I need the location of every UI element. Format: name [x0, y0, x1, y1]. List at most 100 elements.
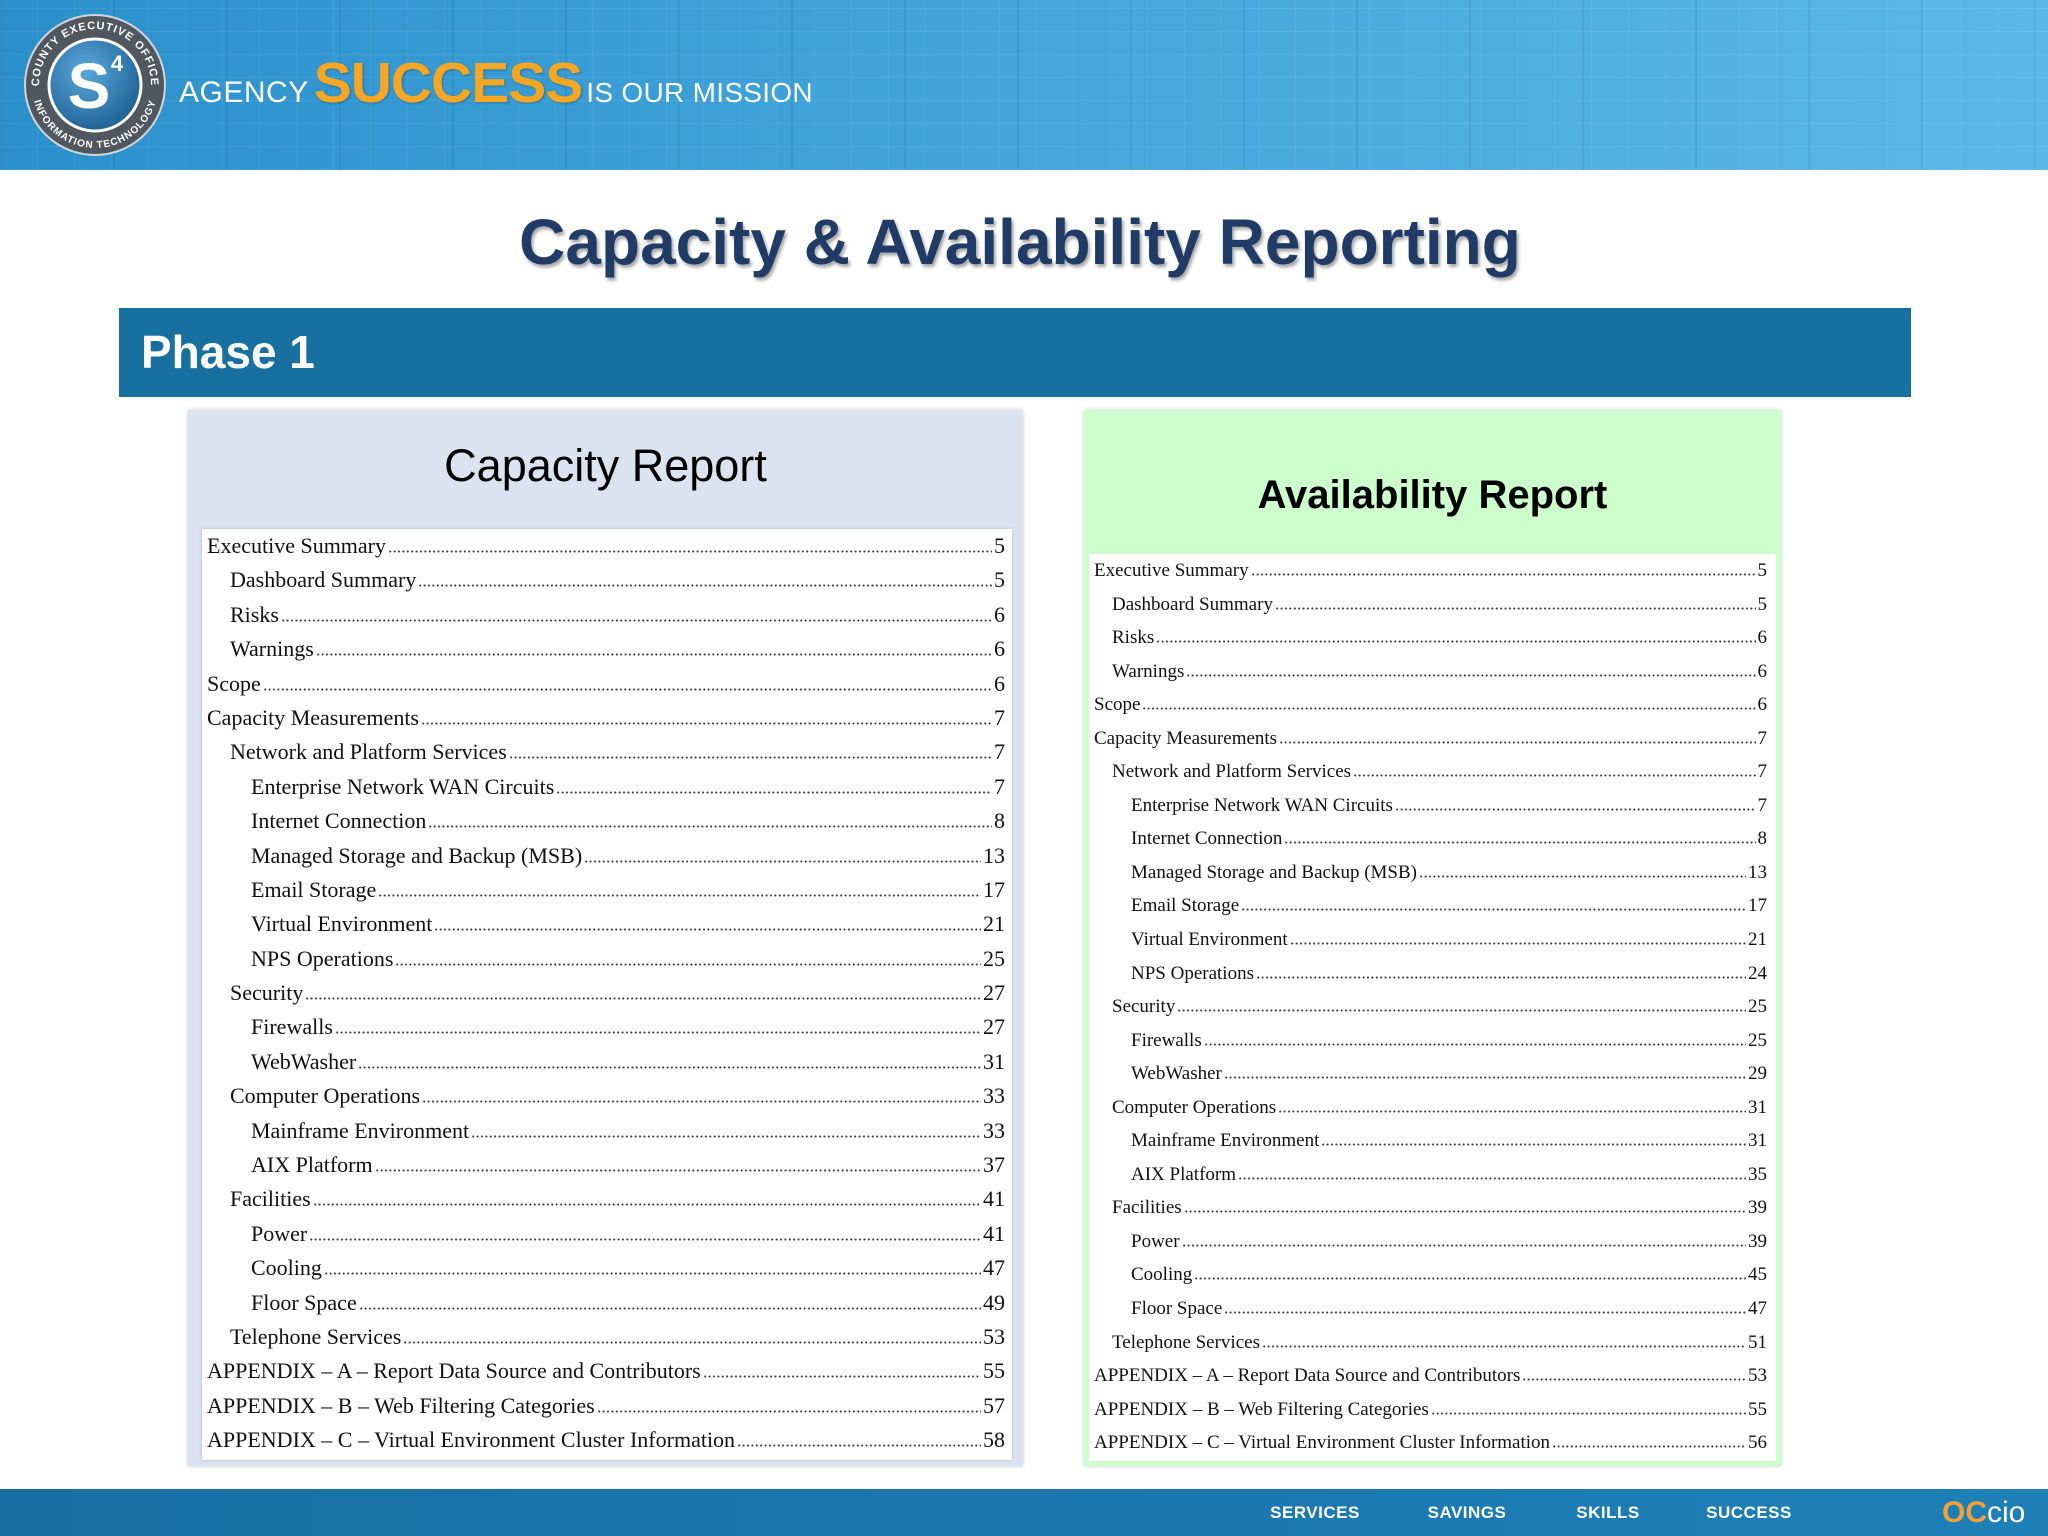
toc-entry: Mainframe Environment 33 — [207, 1114, 1005, 1148]
toc-entry-page: 57 — [983, 1392, 1005, 1418]
toc-dot-leader — [1181, 1243, 1746, 1247]
toc-entry-page: 45 — [1748, 1264, 1767, 1286]
toc-entry-page: 6 — [994, 670, 1005, 696]
toc-entry-label: Firewalls — [251, 1014, 333, 1040]
toc-entry-label: Email Storage — [1131, 895, 1240, 917]
toc-entry-page: 13 — [983, 842, 1005, 868]
toc-entry-label: APPENDIX – A – Report Data Source and Co… — [1094, 1365, 1521, 1387]
toc-entry: Network and Platform Services 7 — [1094, 755, 1767, 789]
toc-entry: Managed Storage and Backup (MSB) 13 — [207, 839, 1005, 873]
toc-entry: Scope 6 — [207, 667, 1005, 701]
toc-entry: Enterprise Network WAN Circuits 7 — [207, 770, 1005, 804]
toc-dot-leader — [312, 1203, 981, 1207]
toc-entry: Dashboard Summary 5 — [207, 563, 1005, 597]
footer-item-skills: SKILLS — [1576, 1503, 1640, 1522]
toc-entry-page: 39 — [1748, 1197, 1767, 1219]
toc-entry-page: 8 — [1757, 828, 1768, 850]
toc-dot-leader — [388, 550, 992, 553]
toc-entry: Floor Space 49 — [207, 1286, 1005, 1320]
toc-dot-leader — [315, 653, 992, 657]
toc-dot-leader — [596, 1409, 981, 1413]
toc-entry-label: Internet Connection — [1131, 828, 1283, 850]
footer-item-success: SUCCESS — [1706, 1503, 1792, 1522]
toc-entry-label: Enterprise Network WAN Circuits — [1131, 794, 1393, 816]
toc-entry-page: 21 — [983, 911, 1005, 937]
toc-dot-leader — [1156, 640, 1756, 644]
toc-dot-leader — [737, 1444, 981, 1448]
toc-dot-leader — [1250, 573, 1756, 576]
toc-entry-label: Network and Platform Services — [1112, 761, 1352, 783]
toc-entry: APPENDIX – B – Web Filtering Categories 5… — [207, 1389, 1005, 1423]
toc-dot-leader — [1522, 1378, 1746, 1382]
toc-entry-label: Mainframe Environment — [251, 1117, 470, 1143]
toc-entry: APPENDIX – C – Virtual Environment Clust… — [207, 1423, 1005, 1457]
toc-entry-page: 55 — [983, 1358, 1005, 1384]
toc-entry: Mainframe Environment 31 — [1094, 1124, 1767, 1158]
toc-dot-leader — [1142, 707, 1756, 711]
toc-entry-label: APPENDIX – B – Web Filtering Categories — [1094, 1398, 1429, 1420]
toc-entry-label: WebWasher — [251, 1048, 357, 1074]
toc-entry: Executive Summary 5 — [207, 529, 1005, 563]
toc-entry: APPENDIX – A – Report Data Source and Co… — [207, 1354, 1005, 1388]
s4-logo: COUNTY EXECUTIVE OFFICE INFORMATION TECH… — [24, 14, 166, 156]
toc-entry-page: 41 — [983, 1186, 1005, 1212]
toc-entry-label: Telephone Services — [1112, 1331, 1260, 1353]
toc-entry-page: 58 — [983, 1427, 1005, 1453]
availability-report-panel: Availability Report Executive Summary 5 Da… — [1084, 410, 1781, 1466]
toc-entry-page: 31 — [1748, 1096, 1767, 1118]
toc-entry: Power 39 — [1094, 1225, 1767, 1259]
toc-entry-label: AIX Platform — [1131, 1163, 1237, 1185]
toc-entry-label: Risks — [1112, 627, 1155, 649]
toc-entry: Facilities 39 — [1094, 1191, 1767, 1225]
toc-entry: Cooling 45 — [1094, 1258, 1767, 1292]
ocio-logo: OCcio — [1942, 1489, 2025, 1536]
toc-entry: APPENDIX – B – Web Filtering Categories 5… — [1094, 1393, 1767, 1427]
toc-dot-leader — [1279, 740, 1756, 744]
footer-item-savings: SAVINGS — [1427, 1503, 1507, 1522]
toc-entry: Managed Storage and Backup (MSB) 13 — [1094, 856, 1767, 890]
toc-entry: AIX Platform 37 — [207, 1148, 1005, 1182]
toc-entry-label: AIX Platform — [251, 1152, 373, 1178]
header-banner: COUNTY EXECUTIVE OFFICE INFORMATION TECH… — [0, 0, 2048, 170]
toc-entry: NPS Operations 24 — [1094, 957, 1767, 991]
availability-report-title: Availability Report — [1257, 473, 1608, 517]
toc-entry-page: 35 — [1748, 1163, 1767, 1185]
toc-dot-leader — [378, 893, 981, 897]
toc-dot-leader — [1419, 874, 1746, 878]
toc-entry-label: Risks — [230, 601, 279, 627]
toc-entry-label: Virtual Environment — [251, 911, 433, 937]
toc-dot-leader — [702, 1375, 981, 1379]
toc-dot-leader — [374, 1169, 981, 1173]
toc-entry: Floor Space 47 — [1094, 1292, 1767, 1326]
tagline-suffix: IS OUR MISSION — [586, 77, 813, 108]
toc-dot-leader — [262, 687, 992, 691]
toc-entry-page: 6 — [1757, 627, 1768, 649]
capacity-report-title: Capacity Report — [444, 440, 767, 491]
toc-entry-page: 7 — [994, 739, 1005, 765]
toc-entry-page: 5 — [994, 533, 1005, 558]
toc-entry-label: Enterprise Network WAN Circuits — [251, 773, 555, 799]
toc-entry: Power 41 — [207, 1217, 1005, 1251]
toc-entry-page: 25 — [1748, 1029, 1767, 1051]
toc-entry-page: 6 — [994, 601, 1005, 627]
toc-entry-page: 31 — [1748, 1130, 1767, 1152]
footer-item-services: SERVICES — [1270, 1503, 1360, 1522]
toc-entry-page: 55 — [1748, 1398, 1767, 1420]
toc-dot-leader — [305, 997, 981, 1001]
toc-entry-label: Power — [1131, 1230, 1180, 1252]
toc-entry: Risks 6 — [1094, 621, 1767, 655]
ocio-logo-prefix: OC — [1942, 1496, 1987, 1529]
toc-entry: Security 25 — [1094, 990, 1767, 1024]
toc-entry: Email Storage 17 — [207, 873, 1005, 907]
toc-dot-leader — [421, 721, 992, 725]
logo-letter: S — [68, 50, 111, 122]
toc-entry-page: 47 — [983, 1255, 1005, 1281]
toc-entry: Telephone Services 53 — [207, 1320, 1005, 1354]
toc-entry-label: Capacity Measurements — [207, 704, 419, 730]
toc-entry-label: Executive Summary — [1094, 560, 1249, 581]
toc-entry-label: Managed Storage and Backup (MSB) — [1131, 861, 1417, 883]
toc-entry: Risks 6 — [207, 598, 1005, 632]
toc-entry-page: 24 — [1748, 962, 1767, 984]
toc-entry: Telephone Services 51 — [1094, 1326, 1767, 1360]
toc-dot-leader — [434, 928, 981, 932]
